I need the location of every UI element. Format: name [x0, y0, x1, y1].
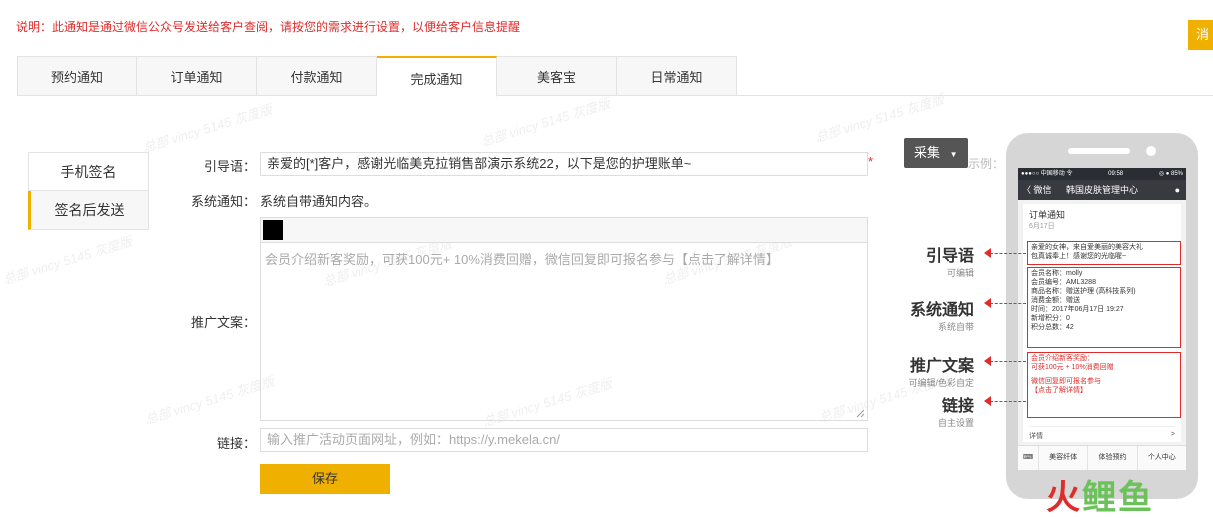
promo-label: 推广文案： [190, 315, 256, 330]
arrow-line [990, 253, 1026, 255]
user-icon: ● [1174, 185, 1180, 195]
menu-item: 个人中心 [1136, 446, 1186, 470]
logo-part: 火 [1046, 479, 1082, 517]
tab-meikebao[interactable]: 美客宝 [497, 56, 617, 96]
intro-input[interactable]: 亲爱的[*]客户，感谢光临美克拉销售部演示系统22，以下是您的护理账单~ [260, 152, 868, 176]
required-mark: * [868, 154, 874, 169]
promo-line: 可获100元 + 10%消费回赠 [1031, 364, 1114, 371]
info-line: 时间：2017年06月17日 19:27 [1031, 306, 1124, 313]
link-label: 链接： [216, 436, 256, 451]
tab-appointment[interactable]: 预约通知 [17, 56, 137, 96]
notice-card: 订单通知 6月17日 亲爱的女神，来自爱美丽的美容大礼 包真诚奉上！感谢您的光临… [1023, 204, 1181, 442]
keyboard-icon: ⌨ [1022, 454, 1034, 461]
arrow-line [990, 361, 1026, 363]
tab-divider [736, 95, 1213, 96]
watermark: 总部 vincy 5145 灰度版 [143, 373, 276, 428]
promo-line: 【点击了解详情】 [1031, 387, 1087, 394]
watermark: 总部 vincy 5145 灰度版 [1, 233, 134, 288]
promo-editor[interactable]: 会员介绍新客奖励，可获100元+ 10%消费回赠，微信回复即可报名参与【点击了解… [260, 242, 868, 421]
save-button[interactable]: 保存 [260, 464, 390, 494]
phone-screen: ●●●○○ 中国移动 令 09:58 ◎ ● 85% 〈 微信 韩国皮肤管理中心… [1018, 168, 1186, 470]
arrow-line [990, 303, 1026, 305]
phone-camera [1146, 146, 1156, 156]
label-promo-sub: 可编辑/色彩自定 [908, 378, 974, 388]
resize-handle-icon[interactable] [856, 409, 865, 418]
logo-part: 鲤鱼 [1082, 479, 1154, 517]
watermark: 总部 vincy 5145 灰度版 [479, 95, 612, 150]
label-promo-title: 推广文案 [909, 358, 974, 375]
detail-row: 详情 > [1029, 426, 1175, 441]
arrow-line [990, 401, 1026, 403]
label-link-title: 链接 [941, 398, 974, 415]
info-line: 商品名称：赠送护理 (高科技系列) [1031, 288, 1136, 295]
system-value: 系统自带通知内容。 [260, 194, 378, 209]
info-line: 新增积分：0 [1031, 315, 1070, 322]
info-box: 会员名称：molly 会员编号：AML3288 商品名称：赠送护理 (高科技系列… [1027, 267, 1181, 348]
example-label: 示例： [968, 157, 1005, 171]
watermark: 总部 vincy 5145 灰度版 [141, 101, 274, 156]
tab-payment[interactable]: 付款通知 [257, 56, 377, 96]
menu-item: 体验预约 [1087, 446, 1136, 470]
promo-placeholder: 会员介绍新客奖励，可获100元+ 10%消费回赠，微信回复即可报名参与【点击了解… [265, 252, 779, 267]
chevron-down-icon: ▼ [949, 150, 958, 159]
intro-line: 包真诚奉上！感谢您的光临喔~ [1031, 253, 1127, 260]
label-link: 链接 自主设置 [894, 392, 974, 429]
intro-label: 引导语： [203, 159, 256, 174]
label-intro: 引导语 可编辑 [894, 242, 974, 279]
corner-button[interactable]: 消 [1188, 20, 1213, 50]
label-system: 系统通知 系统自带 [894, 296, 974, 333]
system-label: 系统通知： [190, 194, 256, 209]
label-promo: 推广文案 可编辑/色彩自定 [894, 352, 974, 389]
label-system-title: 系统通知 [909, 302, 974, 319]
label-link-sub: 自主设置 [937, 418, 974, 428]
promo-line: 微信回复即可报名参与 [1031, 378, 1101, 385]
info-line: 会员编号：AML3288 [1031, 279, 1096, 286]
tab-daily[interactable]: 日常通知 [617, 56, 737, 96]
collect-button[interactable]: 采集 ▼ [904, 138, 968, 168]
notice-text: 说明：此通知是通过微信公众号发送给客户查阅，请按您的需求进行设置，以便给客户信息… [16, 20, 521, 34]
side-item-send-after-sign[interactable]: 签名后发送 [28, 191, 149, 230]
info-line: 积分总数：42 [1031, 324, 1074, 331]
link-input[interactable]: 输入推广活动页面网址，例如：https://y.mekela.cn/ [260, 428, 868, 452]
detail-label: 详情 [1029, 433, 1043, 440]
card-date: 6月17日 [1029, 223, 1055, 230]
intro-line: 亲爱的女神，来自爱美丽的美容大礼 [1031, 244, 1143, 251]
menu-item: 美容纤体 [1038, 446, 1087, 470]
phone-status-bar: ●●●○○ 中国移动 令 09:58 ◎ ● 85% [1018, 168, 1186, 180]
notification-tabs: 预约通知 订单通知 付款通知 完成通知 美客宝 日常通知 [17, 56, 737, 97]
status-carrier: ●●●○○ 中国移动 令 [1021, 171, 1073, 177]
collect-label: 采集 [914, 145, 941, 160]
status-time: 09:58 [1108, 171, 1124, 177]
wechat-title: 韩国皮肤管理中心 [1065, 185, 1138, 195]
intro-box: 亲爱的女神，来自爱美丽的美容大礼 包真诚奉上！感谢您的光临喔~ [1027, 241, 1181, 265]
wechat-menu: ⌨ 美容纤体 体验预约 个人中心 [1018, 445, 1186, 470]
tab-complete[interactable]: 完成通知 [377, 56, 497, 97]
info-line: 消费金额：赠送 [1031, 297, 1080, 304]
wechat-header: 〈 微信 韩国皮肤管理中心 ● [1018, 180, 1186, 200]
label-intro-sub: 可编辑 [946, 268, 974, 278]
chevron-right-icon: > [1170, 431, 1175, 438]
promo-line: 会员介绍新客奖励： [1031, 355, 1094, 362]
phone-speaker [1068, 148, 1130, 154]
side-item-phone-sign[interactable]: 手机签名 [28, 152, 149, 191]
tab-order[interactable]: 订单通知 [137, 56, 257, 96]
card-title: 订单通知 [1029, 210, 1066, 220]
status-battery: ◎ ● 85% [1158, 171, 1183, 177]
label-system-sub: 系统自带 [937, 322, 974, 332]
side-nav: 手机签名 签名后发送 [28, 152, 149, 230]
brand-logo: 火鲤鱼 [1046, 470, 1154, 519]
editor-toolbar [260, 217, 868, 242]
info-line: 会员名称：molly [1031, 270, 1083, 277]
promo-box: 会员介绍新客奖励： 可获100元 + 10%消费回赠 微信回复即可报名参与 【点… [1027, 352, 1181, 418]
color-picker-button[interactable] [263, 220, 283, 240]
label-intro-title: 引导语 [925, 248, 974, 265]
